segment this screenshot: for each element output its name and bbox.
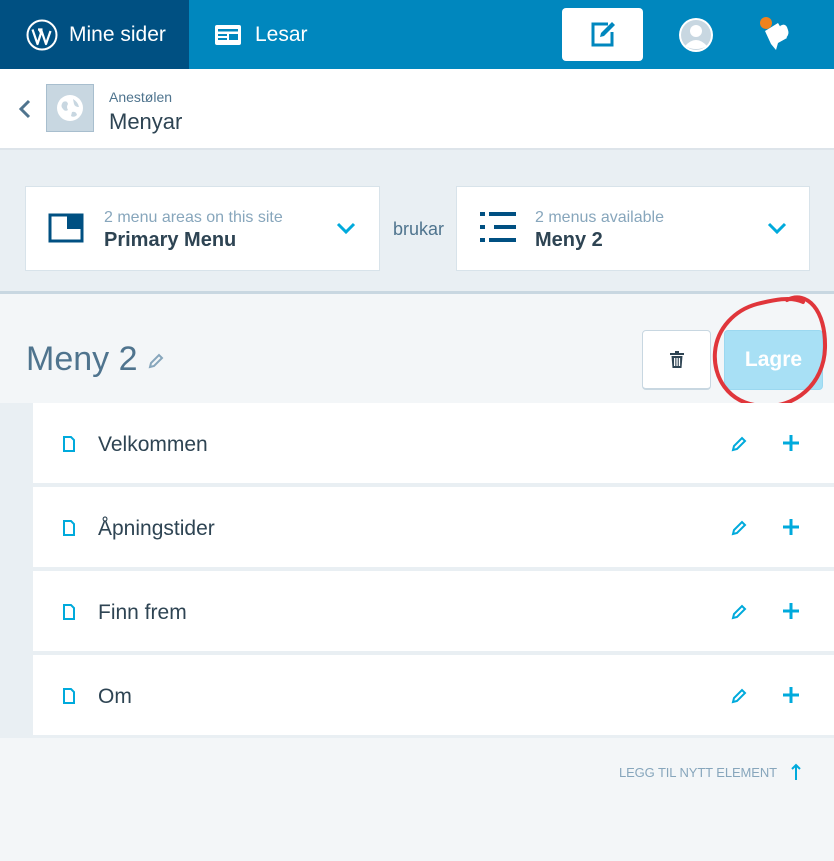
page-icon <box>63 604 75 620</box>
notifications-button[interactable] <box>756 14 796 54</box>
masterbar: Mine sider Lesar <box>0 0 834 69</box>
site-icon <box>46 84 94 132</box>
reader-label: Lesar <box>255 22 308 46</box>
menu-item[interactable]: Finn frem <box>33 571 834 653</box>
notifications-icon <box>760 17 789 50</box>
menu-item[interactable]: Om <box>33 655 834 737</box>
reader-button[interactable]: Lesar <box>214 0 308 69</box>
site-name: Anestølen <box>109 89 173 105</box>
page-title: Menyar <box>109 109 183 134</box>
menu-item[interactable]: Velkommen <box>33 403 834 485</box>
menu-area-select[interactable]: 2 menu areas on this site Primary Menu <box>26 187 379 270</box>
delete-menu-button[interactable] <box>642 330 711 390</box>
menu-item-label: Velkommen <box>98 433 208 456</box>
plus-icon[interactable] <box>781 517 801 537</box>
globe-icon <box>57 95 83 121</box>
save-button[interactable]: Lagre <box>724 330 823 390</box>
user-avatar[interactable] <box>679 18 713 52</box>
menu-item-label: Finn frem <box>98 601 187 624</box>
menu-name: Meny 2 <box>535 229 603 251</box>
site-header: Anestølen Menyar <box>0 69 834 150</box>
menu-items-list: Velkommen Åpningstider Finn frem Om <box>0 403 834 738</box>
plus-icon[interactable] <box>781 433 801 453</box>
plus-icon[interactable] <box>781 685 801 705</box>
chevron-down-icon <box>767 222 787 235</box>
menu-title: Meny 2 <box>26 340 138 378</box>
arrow-up-icon <box>791 763 801 780</box>
menu-item-label: Om <box>98 685 132 708</box>
menu-item[interactable]: Åpningstider <box>33 487 834 569</box>
menu-area-layout-icon <box>48 213 84 243</box>
pencil-icon[interactable] <box>730 687 748 705</box>
menu-area-count: 2 menu areas on this site <box>104 209 283 226</box>
pencil-icon[interactable] <box>730 603 748 621</box>
my-sites-label: Mine sider <box>69 22 166 46</box>
menu-count: 2 menus available <box>535 209 664 226</box>
write-icon <box>591 21 615 46</box>
my-sites-button[interactable]: Mine sider <box>0 0 189 69</box>
menu-list-icon <box>480 212 516 242</box>
add-new-item-button[interactable]: LEGG TIL NYTT ELEMENT <box>619 763 801 781</box>
wordpress-logo-icon <box>26 19 58 50</box>
reader-icon <box>215 24 241 45</box>
chevron-down-icon <box>336 222 356 235</box>
page-icon <box>63 688 75 704</box>
pencil-icon[interactable] <box>730 519 748 537</box>
page-icon <box>63 436 75 452</box>
pencil-icon[interactable] <box>147 352 165 370</box>
add-new-item-label: LEGG TIL NYTT ELEMENT <box>618 764 777 780</box>
menu-area-name: Primary Menu <box>104 229 237 251</box>
page-icon <box>63 520 75 536</box>
pencil-icon[interactable] <box>730 435 748 453</box>
plus-icon[interactable] <box>781 601 801 621</box>
menu-item-label: Åpningstider <box>98 517 215 540</box>
write-post-button[interactable] <box>562 8 643 61</box>
avatar-icon <box>681 20 711 50</box>
trash-icon <box>669 350 684 368</box>
location-connector-text: brukar <box>393 219 445 239</box>
back-chevron-icon[interactable] <box>15 95 35 123</box>
menu-location-bar: 2 menu areas on this site Primary Menu b… <box>0 150 834 294</box>
menu-select[interactable]: 2 menus available Meny 2 <box>457 187 809 270</box>
